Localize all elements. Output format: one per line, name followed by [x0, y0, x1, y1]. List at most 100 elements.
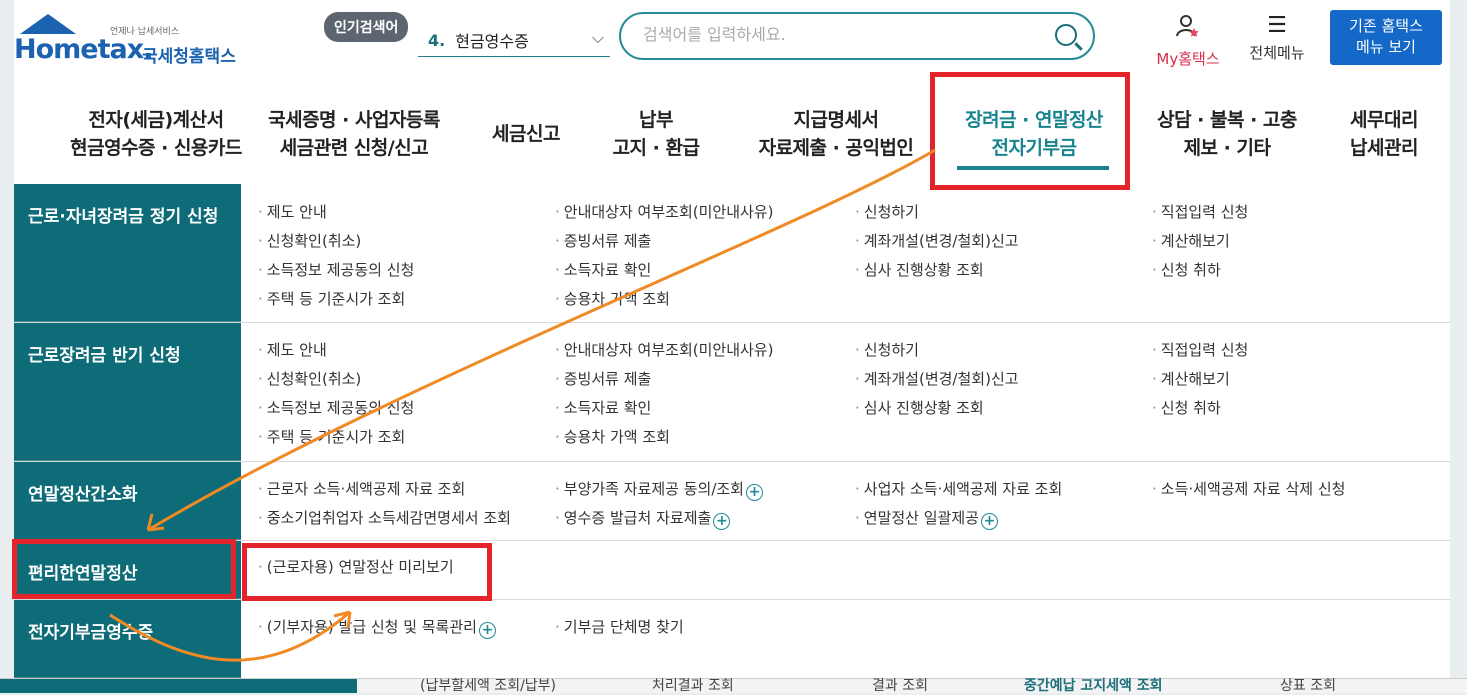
logo-korean: 국세청홈택스 [142, 47, 236, 67]
all-menu-button[interactable]: ☰ 전체메뉴 [1242, 14, 1312, 63]
nav-payment[interactable]: 납부 고지 · 환급 [600, 106, 712, 162]
menu-link[interactable]: 안내대상자 여부조회(미안내사유) [555, 339, 774, 360]
menu-link[interactable]: 사업자 소득·세액공제 자료 조회 [855, 478, 1062, 499]
menu-link[interactable]: 안내대상자 여부조회(미안내사유) [555, 201, 774, 222]
menu-link[interactable]: 소득정보 제공동의 신청 [258, 259, 415, 280]
popular-search-badge: 인기검색어 [324, 12, 409, 42]
menu-link[interactable]: 신청하기 [855, 201, 919, 222]
nav-line2: 세금관련 신청/신고 [279, 137, 429, 159]
highlight-box-link [242, 543, 492, 601]
nav-line2: 제보 · 기타 [1183, 137, 1271, 159]
bottom-tab[interactable]: (납부할세액 조회/납부) [420, 675, 556, 695]
nav-tax-certificate[interactable]: 국세증명 · 사업자등록세금관련 신청/신고 [254, 106, 454, 162]
old-hometax-button[interactable]: 기존 홈택스 메뉴 보기 [1330, 10, 1442, 65]
nav-line1: 전자(세금)계산서 [88, 109, 224, 131]
menu-link[interactable]: 승용차 가액 조회 [555, 288, 670, 309]
highlight-box-nav [930, 72, 1130, 190]
section-row: 근로장려금 반기 신청 제도 안내 안내대상자 여부조회(미안내사유) 신청하기… [14, 323, 1450, 462]
menu-link[interactable]: 계좌개설(변경/철회)신고 [855, 368, 1019, 389]
hometax-logo[interactable]: 언제나 납세서비스 Hometax. 국세청홈택스 [14, 14, 254, 67]
menu-link[interactable]: 주택 등 기준시가 조회 [258, 288, 406, 309]
menu-link[interactable]: 주택 등 기준시가 조회 [258, 426, 406, 447]
section-title: 근로·자녀장려금 정기 신청 [14, 184, 241, 322]
search-box [619, 12, 1095, 60]
menu-link[interactable]: 계산해보기 [1152, 230, 1230, 251]
menu-link[interactable]: 연말정산 일괄제공+ [855, 507, 998, 530]
menu-link[interactable]: 신청 취하 [1152, 259, 1221, 280]
nav-line1: 지급명세서 [793, 109, 879, 131]
search-icon[interactable] [1055, 24, 1077, 46]
my-hometax-button[interactable]: My홈택스 [1148, 14, 1228, 69]
menu-link[interactable]: 소득정보 제공동의 신청 [258, 397, 415, 418]
main-nav: 전자(세금)계산서현금영수증 · 신용카드 국세증명 · 사업자등록세금관련 신… [14, 86, 1450, 182]
menu-link[interactable]: 근로자 소득·세액공제 자료 조회 [258, 478, 465, 499]
menu-link[interactable]: 영수증 발급처 자료제출+ [555, 507, 731, 530]
menu-link-label: 부양가족 자료제공 동의/조회 [563, 480, 744, 498]
section-title: 전자기부금영수증 [14, 600, 241, 678]
nav-tax-agent[interactable]: 세무대리 납세관리 [1334, 106, 1434, 162]
menu-link[interactable]: 기부금 단체명 찾기 [555, 616, 684, 637]
menu-link[interactable]: 소득자료 확인 [555, 259, 652, 280]
nav-e-invoice[interactable]: 전자(세금)계산서현금영수증 · 신용카드 [58, 106, 254, 162]
menu-link[interactable]: 증빙서류 제출 [555, 368, 652, 389]
plus-circle-icon[interactable]: + [980, 513, 998, 530]
menu-link[interactable]: (기부자용) 발급 신청 및 목록관리+ [258, 616, 496, 639]
menu-link[interactable]: 제도 안내 [258, 201, 327, 222]
bottom-tab-strip: (납부할세액 조회/납부) 처리결과 조회 결과 조회 중간예납 고지세액 조회… [0, 675, 1467, 695]
nav-tax-return[interactable]: 세금신고 [478, 120, 574, 148]
menu-link[interactable]: 계좌개설(변경/철회)신고 [855, 230, 1019, 251]
menu-link[interactable]: 계산해보기 [1152, 368, 1230, 389]
search-input[interactable] [641, 24, 1045, 45]
nav-line2: 납세관리 [1350, 137, 1418, 159]
menu-link[interactable]: 신청확인(취소) [258, 368, 362, 389]
bottom-tab[interactable]: 상표 조회 [1280, 675, 1336, 695]
logo-text: Hometax. [14, 34, 153, 65]
section-row: 근로·자녀장려금 정기 신청 제도 안내 안내대상자 여부조회(미안내사유) 신… [14, 184, 1450, 323]
menu-link[interactable]: 신청 취하 [1152, 397, 1221, 418]
old-hometax-line1: 기존 홈택스 [1349, 17, 1423, 35]
menu-link[interactable]: 제도 안내 [258, 339, 327, 360]
popular-search-value: 현금영수증 [455, 32, 529, 51]
menu-link[interactable]: 소득·세액공제 자료 삭제 신청 [1152, 478, 1346, 499]
menu-link[interactable]: 부양가족 자료제공 동의/조회+ [555, 478, 763, 501]
menu-link[interactable]: 직접입력 신청 [1152, 201, 1249, 222]
menu-link[interactable]: 직접입력 신청 [1152, 339, 1249, 360]
nav-line2: 자료제출 · 공익법인 [758, 137, 914, 159]
bottom-tab[interactable]: 중간예납 고지세액 조회 [1024, 675, 1163, 695]
nav-consultation[interactable]: 상담 · 불복 · 고충제보 · 기타 [1142, 106, 1312, 162]
plus-circle-icon[interactable]: + [745, 484, 763, 501]
nav-line2: 고지 · 환급 [612, 137, 700, 159]
popular-search-select[interactable]: 4. 현금영수증 ⌵ [418, 24, 610, 57]
nav-line1: 국세증명 · 사업자등록 [268, 109, 440, 131]
menu-link[interactable]: 신청하기 [855, 339, 919, 360]
nav-line1: 상담 · 불복 · 고충 [1157, 109, 1297, 131]
old-hometax-line2: 메뉴 보기 [1356, 38, 1416, 56]
popular-search-rank: 4. [428, 30, 446, 50]
plus-circle-icon[interactable]: + [713, 513, 731, 530]
menu-link[interactable]: 중소기업취업자 소득세감면명세서 조회 [258, 507, 511, 528]
house-roof-icon [20, 14, 76, 34]
menu-link[interactable]: 증빙서류 제출 [555, 230, 652, 251]
user-icon [1148, 14, 1228, 44]
nav-line1: 세금신고 [492, 123, 560, 145]
bottom-strip-accent [0, 679, 357, 693]
menu-link[interactable]: 승용차 가액 조회 [555, 426, 670, 447]
section-row: 전자기부금영수증 (기부자용) 발급 신청 및 목록관리+ 기부금 단체명 찾기 [14, 600, 1450, 678]
highlight-box-section [12, 539, 236, 599]
menu-link-label: (기부자용) 발급 신청 및 목록관리 [266, 618, 477, 636]
logo-en: Hometax. [14, 34, 153, 65]
menu-link[interactable]: 소득자료 확인 [555, 397, 652, 418]
section-title: 근로장려금 반기 신청 [14, 323, 241, 461]
menu-link[interactable]: 심사 진행상황 조회 [855, 259, 984, 280]
my-hometax-label: My홈택스 [1156, 50, 1220, 68]
nav-line2: 현금영수증 · 신용카드 [70, 137, 242, 159]
hometax-page: 언제나 납세서비스 Hometax. 국세청홈택스 인기검색어 4. 현금영수증… [12, 0, 1450, 692]
menu-link[interactable]: 신청확인(취소) [258, 230, 362, 251]
menu-link[interactable]: 심사 진행상황 조회 [855, 397, 984, 418]
nav-payment-statement[interactable]: 지급명세서자료제출 · 공익법인 [748, 106, 924, 162]
bottom-tab[interactable]: 처리결과 조회 [652, 675, 734, 695]
all-menu-label: 전체메뉴 [1249, 44, 1305, 62]
plus-circle-icon[interactable]: + [478, 622, 496, 639]
menu-link-label: 연말정산 일괄제공 [863, 509, 979, 527]
bottom-tab[interactable]: 결과 조회 [872, 675, 928, 695]
